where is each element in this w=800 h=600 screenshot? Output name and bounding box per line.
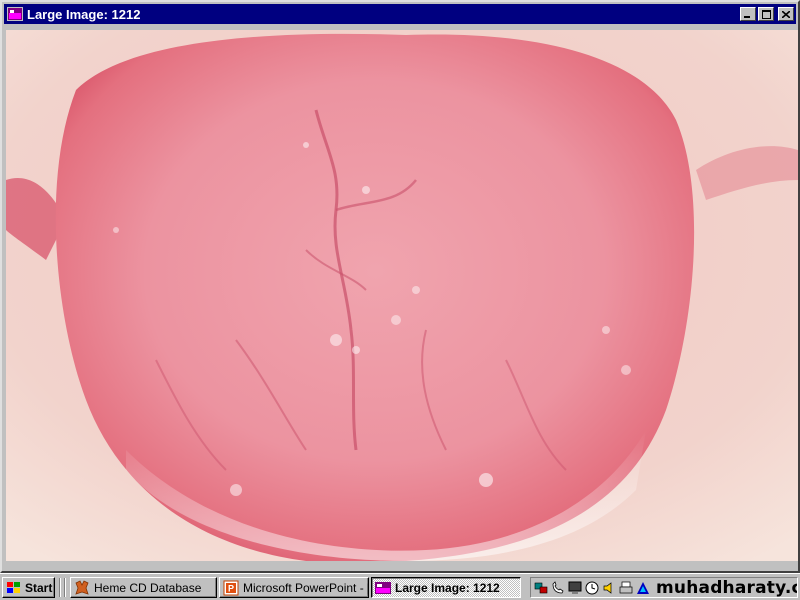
- heme-app-icon: [75, 579, 89, 595]
- task-label: Microsoft PowerPoint - [l...: [243, 580, 368, 595]
- app-icon[interactable]: [636, 581, 650, 595]
- system-tray: muhadharaty.com: [530, 577, 798, 598]
- task-microsoft-powerpoint[interactable]: P Microsoft PowerPoint - [l...: [219, 577, 369, 598]
- start-label: Start: [25, 580, 53, 595]
- minimize-icon: [744, 15, 750, 18]
- image-window: Large Image: 1212: [0, 0, 800, 573]
- task-label: Large Image: 1212: [395, 580, 500, 595]
- maximize-button[interactable]: [758, 7, 774, 21]
- window-title: Large Image: 1212: [27, 6, 141, 22]
- watermark-text: muhadharaty.com: [656, 577, 797, 598]
- start-button[interactable]: Start: [2, 577, 55, 598]
- minimize-button[interactable]: [740, 7, 756, 21]
- task-large-image[interactable]: Large Image: 1212: [371, 577, 521, 598]
- taskbar-separator: [59, 578, 61, 597]
- printer-icon[interactable]: [619, 581, 633, 595]
- taskbar-separator: [64, 578, 66, 597]
- volume-icon[interactable]: [602, 581, 616, 595]
- taskbar: Start Heme CD Database P Microsoft Power…: [0, 573, 800, 600]
- windows-flag-icon: [7, 581, 20, 593]
- close-icon: [782, 10, 790, 18]
- network-icon[interactable]: [534, 581, 548, 595]
- window-app-icon: [7, 7, 23, 21]
- maximize-icon: [761, 9, 771, 19]
- scheduler-icon[interactable]: [585, 581, 599, 595]
- svg-text:P: P: [228, 583, 234, 593]
- image-viewport[interactable]: [6, 30, 798, 561]
- phone-icon[interactable]: [551, 580, 565, 595]
- monitor-icon[interactable]: [568, 581, 582, 595]
- title-bar[interactable]: Large Image: 1212: [4, 4, 796, 24]
- photograph-icon: [6, 30, 798, 561]
- powerpoint-icon: P: [223, 580, 239, 595]
- image-viewer-icon: [375, 581, 391, 594]
- task-label: Heme CD Database: [94, 580, 202, 595]
- close-button[interactable]: [778, 7, 794, 21]
- task-heme-cd-database[interactable]: Heme CD Database: [70, 577, 217, 598]
